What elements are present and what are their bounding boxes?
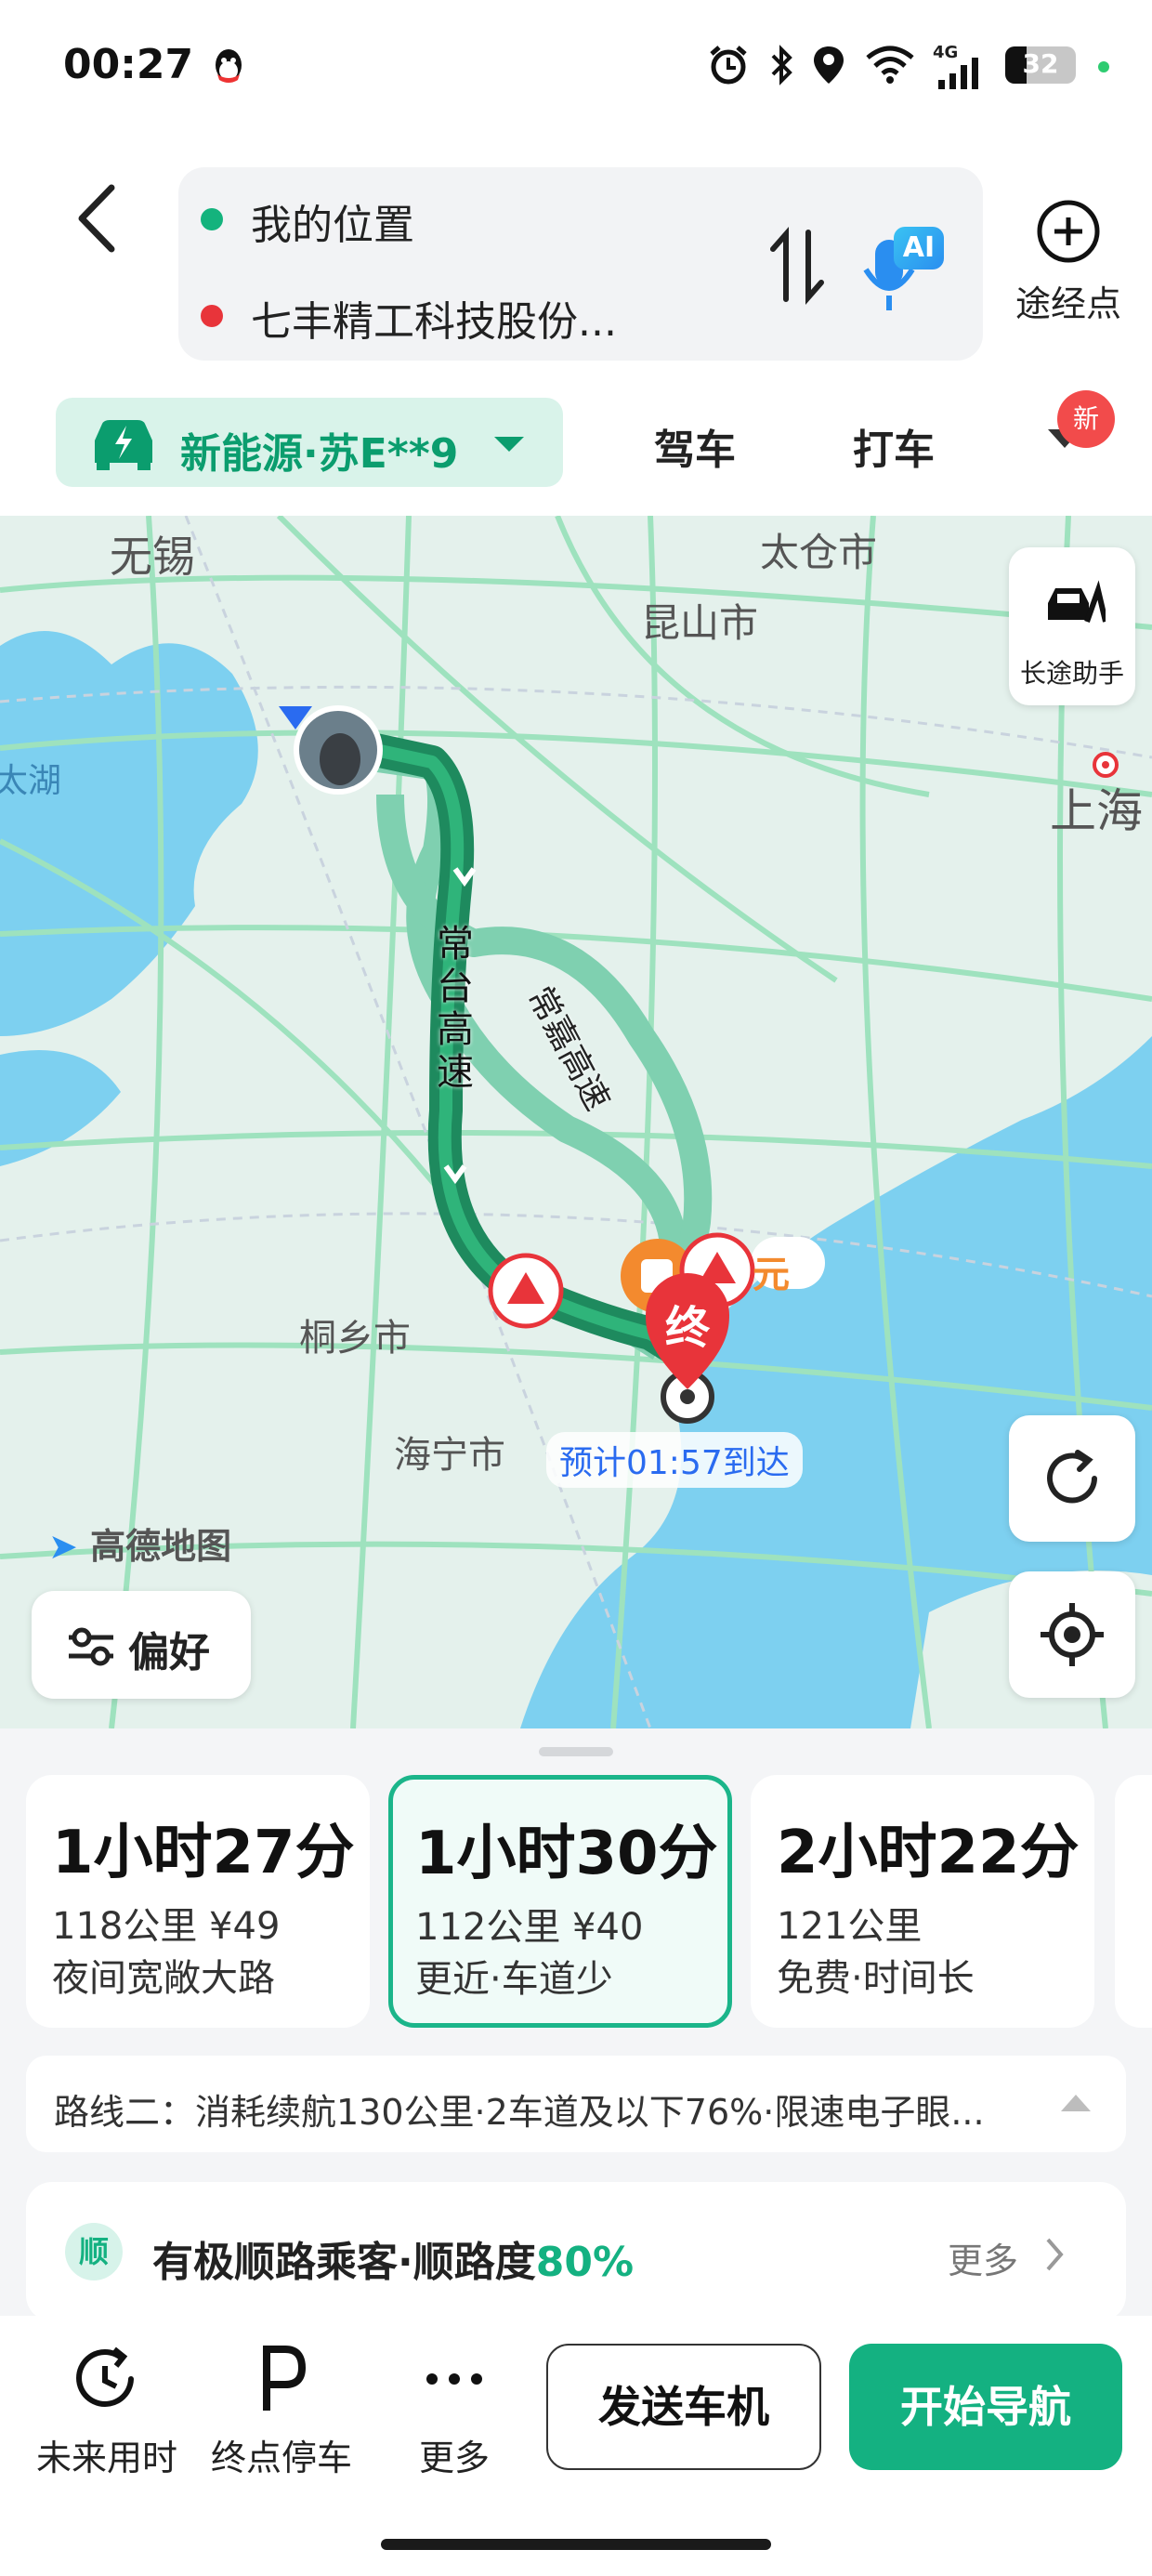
route-tag: 更近·车道少	[415, 1958, 613, 2001]
map-view[interactable]: 无锡 太仓市 昆山市 太湖 上海 桐乡市 海宁市 常台高速 常嘉高速 预计01:…	[0, 516, 1152, 1728]
amap-logo-icon: ➤	[48, 1526, 78, 1567]
refresh-button[interactable]	[1009, 1415, 1135, 1542]
vehicle-selector[interactable]: 新能源·苏E**9	[56, 398, 563, 487]
refresh-icon	[1047, 1450, 1097, 1504]
plus-circle-icon	[1037, 200, 1100, 263]
long-trip-label: 长途助手	[1019, 658, 1124, 689]
sheet-handle[interactable]	[539, 1747, 613, 1756]
passenger-text: 有极顺路乘客·顺路度	[152, 2239, 536, 2286]
passenger-badge: 顺	[65, 2223, 123, 2280]
ev-car-icon	[95, 420, 152, 470]
route-time: 1小时30分	[415, 1820, 718, 1888]
lake-label-taihu: 太湖	[0, 762, 62, 800]
route-detail-row[interactable]: 路线二：消耗续航130公里·2车道及以下76%·限速电子眼...	[26, 2056, 1126, 2152]
route-detail-text: 路线二：消耗续航130公里·2车道及以下76%·限速电子眼...	[54, 2092, 985, 2133]
home-indicator[interactable]	[381, 2539, 771, 2550]
long-trip-assistant-button[interactable]: 长途助手	[1009, 547, 1135, 705]
locate-button[interactable]	[1009, 1571, 1135, 1698]
future-time-button[interactable]: 未来用时	[28, 2342, 186, 2480]
location-icon	[814, 46, 844, 84]
alarm-icon	[710, 46, 747, 85]
parking-label: 终点停车	[210, 2438, 352, 2478]
swap-icon[interactable]	[766, 227, 831, 305]
city-label-shanghai: 上海	[1050, 784, 1143, 838]
route-option-3[interactable]: 2小时22分 121公里 免费·时间长	[751, 1775, 1094, 2028]
signal-icon	[938, 58, 978, 89]
qq-icon	[216, 49, 242, 83]
route-option-2[interactable]: 1小时30分 112公里 ¥40 更近·车道少	[388, 1775, 732, 2028]
eta-label: 预计01:57到达	[546, 1432, 803, 1488]
send-to-car-button[interactable]: 发送车机	[546, 2344, 821, 2470]
amap-logo-text: 高德地图	[90, 1526, 232, 1567]
tab-drive[interactable]: 驾车	[654, 416, 736, 476]
destination-dot	[201, 305, 223, 327]
route-time: 2小时22分	[777, 1819, 1080, 1887]
amap-logo: ➤ 高德地图	[48, 1518, 231, 1569]
add-waypoint-button[interactable]: 途经点	[1003, 195, 1133, 335]
more-dots-icon	[426, 2373, 482, 2385]
parking-button[interactable]: 终点停车	[203, 2342, 360, 2480]
preference-label: 偏好	[128, 1629, 210, 1676]
vehicle-label: 新能源·苏E**9	[180, 430, 459, 478]
clock-icon	[76, 2346, 134, 2407]
address-box: 我的位置 七丰精工科技股份... AI	[178, 167, 983, 361]
crosshair-icon	[1041, 1603, 1104, 1666]
start-navigation-button[interactable]: 开始导航	[849, 2344, 1122, 2470]
city-label-wuxi: 无锡	[110, 532, 195, 582]
tab-taxi[interactable]: 打车	[853, 416, 935, 476]
ai-badge: AI	[894, 227, 944, 269]
status-dot	[1098, 61, 1109, 72]
parking-icon	[263, 2346, 307, 2411]
city-label-taicang: 太仓市	[760, 530, 878, 575]
passenger-percent: 80%	[535, 2239, 635, 2286]
route-distance: 118公里 ¥49	[52, 1905, 281, 1948]
route-tag: 夜间宽敞大路	[52, 1957, 275, 2000]
preference-button[interactable]: 偏好	[32, 1591, 251, 1699]
origin-input[interactable]: 我的位置	[251, 191, 414, 251]
car-route-icon	[1048, 580, 1106, 623]
origin-dot	[201, 208, 223, 230]
more-button[interactable]: 更多	[375, 2342, 533, 2480]
route-option-1[interactable]: 1小时27分 118公里 ¥49 夜间宽敞大路	[26, 1775, 370, 2028]
fee-label: 元	[753, 1254, 790, 1296]
more-label: 更多	[418, 2438, 490, 2478]
chevron-up-icon	[1061, 2095, 1091, 2111]
route-distance: 121公里	[777, 1905, 923, 1948]
destination-marker-label: 终	[664, 1302, 710, 1354]
ai-voice-button[interactable]: AI	[862, 216, 955, 318]
city-label-tongxiang: 桐乡市	[299, 1317, 411, 1360]
battery-level: 32	[1022, 48, 1059, 79]
status-time: 00:27	[63, 41, 194, 88]
route-distance: 112公里 ¥40	[415, 1906, 644, 1949]
passenger-card[interactable]: 顺 有极顺路乘客·顺路度80% 更多	[26, 2182, 1126, 2321]
bluetooth-icon	[771, 45, 792, 85]
future-time-label: 未来用时	[35, 2438, 177, 2478]
passenger-more[interactable]: 更多	[948, 2232, 1018, 2283]
waypoint-label: 途经点	[1015, 283, 1121, 324]
passenger-text-row: 有极顺路乘客·顺路度80%	[152, 2228, 634, 2288]
city-label-kunshan: 昆山市	[641, 600, 759, 646]
route-option-peek[interactable]	[1115, 1775, 1152, 2028]
new-badge: 新	[1057, 390, 1115, 448]
wifi-icon	[866, 46, 914, 84]
chevron-right-icon	[1046, 2238, 1064, 2271]
road-label-changtai: 常台高速	[437, 923, 474, 1094]
destination-input[interactable]: 七丰精工科技股份...	[251, 288, 617, 348]
route-tag: 免费·时间长	[777, 1957, 975, 2000]
route-time: 1小时27分	[52, 1819, 355, 1887]
sliders-icon	[69, 1627, 113, 1666]
chevron-down-icon	[494, 437, 524, 452]
battery-icon: 32	[1005, 46, 1076, 84]
back-button[interactable]	[65, 177, 130, 260]
city-label-haining: 海宁市	[394, 1434, 505, 1477]
